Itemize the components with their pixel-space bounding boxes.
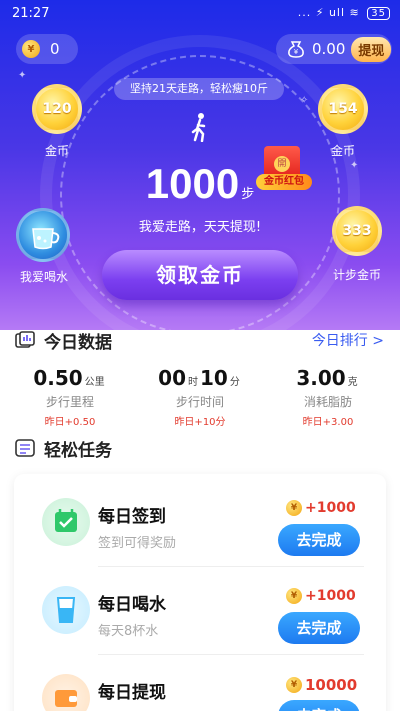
slogan-text: 我爱走路，天天提现!: [138, 220, 262, 235]
task-item: 每日签到 签到可得奖励 ¥ +1000 去完成: [14, 480, 386, 566]
task-reward: ¥ +1000: [286, 588, 356, 604]
coin-icon: ¥: [286, 500, 302, 516]
red-packet-tag: 金币红包: [256, 174, 312, 190]
coin-balance[interactable]: ¥ 0: [16, 34, 78, 64]
stat-fat: 3.00 克 消耗脂肪 昨日+3.00: [268, 366, 388, 428]
today-rank-link[interactable]: 今日排行 >: [312, 330, 384, 350]
tasks-title: 轻松任务: [44, 440, 112, 461]
step-coin-bubble-label: 计步金币: [332, 268, 381, 282]
withdraw-button[interactable]: 提现: [351, 36, 392, 62]
task-reward-value: 10000: [305, 676, 358, 694]
status-time: 21:27: [12, 6, 50, 21]
today-data-title: 今日数据: [44, 332, 112, 353]
tip-banner: 坚持21天走路，轻松瘦10斤: [114, 78, 284, 100]
svg-text:¥: ¥: [294, 48, 299, 56]
water-glass-icon: [42, 586, 90, 634]
task-go-button[interactable]: 去完成: [278, 700, 360, 711]
task-item: 每日喝水 每天8杯水 ¥ +1000 去完成: [14, 568, 386, 654]
walking-person-icon: [191, 113, 206, 142]
status-bar: 21:27 ... ⚡ ull ≋ 35: [0, 0, 400, 28]
coin-bubble-right-label: 金币: [330, 144, 355, 158]
stat-distance: 0.50 公里 步行里程 昨日+0.50: [10, 366, 130, 428]
data-icon: [15, 331, 35, 348]
task-list-icon: [15, 439, 35, 457]
divider: [98, 654, 364, 655]
coin-icon: ¥: [22, 40, 40, 58]
coin-count: 0: [50, 40, 60, 58]
cash-amount: 0.00: [312, 40, 346, 58]
time-minutes: 10: [200, 366, 228, 390]
task-go-button[interactable]: 去完成: [278, 524, 360, 556]
task-title: 每日签到: [98, 507, 166, 527]
status-icons: ... ⚡ ull ≋ 35: [298, 6, 390, 20]
task-reward-value: +1000: [305, 500, 356, 516]
coin-bubble-right[interactable]: 154: [318, 84, 368, 134]
fat-unit: 克: [347, 377, 358, 388]
task-desc: 每天8杯水: [98, 624, 159, 639]
task-item: 每日提现 ¥10000 去完成: [14, 656, 386, 711]
fat-value: 3.00: [296, 366, 346, 390]
distance-value: 0.50: [33, 366, 83, 390]
drink-water-label: 我爱喝水: [19, 270, 68, 284]
signal-icon: ... ⚡ ull ≋: [297, 6, 360, 19]
money-bag-icon: ¥: [288, 41, 304, 58]
task-reward: ¥10000: [286, 676, 357, 694]
task-title: 每日提现: [98, 683, 166, 703]
tasks-card: 每日签到 签到可得奖励 ¥ +1000 去完成 每日喝水 每天8杯水 ¥ +1000…: [14, 474, 386, 711]
star-decor: ✦: [18, 70, 27, 81]
distance-unit: 公里: [84, 377, 105, 388]
fat-delta: 昨日+3.00: [302, 417, 354, 428]
coin-bubble-left[interactable]: 120: [32, 84, 82, 134]
task-reward-value: +1000: [305, 588, 356, 604]
cash-balance[interactable]: ¥ 0.00 提现: [276, 34, 392, 64]
task-desc: 签到可得奖励: [98, 536, 177, 551]
tasks-header: 轻松任务: [14, 436, 112, 461]
step-count: 1000: [145, 160, 240, 207]
coin-icon: ¥: [286, 588, 302, 604]
stat-time: 00 时 10 分 步行时间 昨日+10分: [140, 366, 260, 428]
red-packet-seal: 開: [274, 156, 290, 172]
wallet-icon: [42, 674, 90, 711]
time-hours: 00: [158, 366, 186, 390]
coin-icon: ¥: [286, 677, 302, 693]
task-go-button[interactable]: 去完成: [278, 612, 360, 644]
star-decor: ✧: [300, 95, 309, 106]
today-data-header: 今日数据: [14, 328, 112, 353]
task-title: 每日喝水: [98, 595, 166, 615]
task-reward: ¥ +1000: [286, 500, 356, 516]
claim-coins-button[interactable]: 领取金币: [102, 250, 298, 300]
calendar-check-icon: [42, 498, 90, 546]
time-delta: 昨日+10分: [174, 417, 226, 428]
time-hours-unit: 时: [188, 377, 198, 388]
step-unit: 步: [241, 187, 255, 202]
fat-label: 消耗脂肪: [303, 395, 352, 409]
distance-label: 步行里程: [45, 395, 94, 409]
time-minutes-unit: 分: [229, 377, 240, 388]
step-counter: 1000 步: [0, 160, 400, 208]
distance-delta: 昨日+0.50: [44, 417, 96, 428]
coin-bubble-left-label: 金币: [44, 144, 69, 158]
divider: [98, 566, 364, 567]
red-packet[interactable]: 開 金币红包: [256, 146, 312, 194]
battery-icon: 35: [367, 7, 390, 20]
time-label: 步行时间: [175, 395, 224, 409]
